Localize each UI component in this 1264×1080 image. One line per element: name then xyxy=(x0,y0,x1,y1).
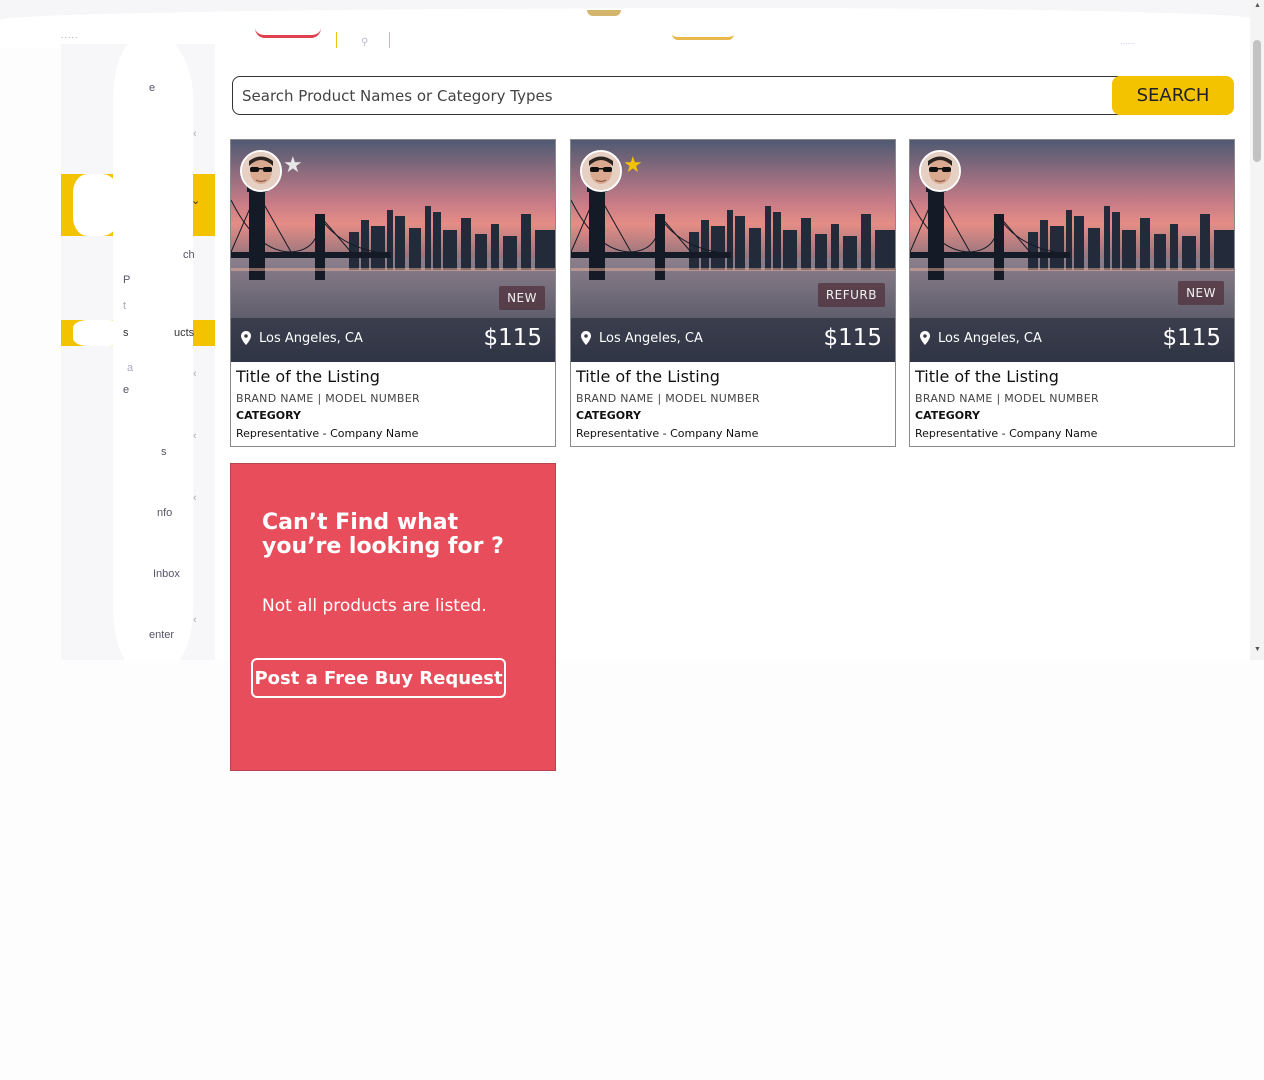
promo-heading: Can’t Find what you’re looking for ? xyxy=(262,510,504,559)
seller-avatar[interactable] xyxy=(580,150,622,192)
listing-brand-model: BRAND NAME | MODEL NUMBER xyxy=(236,392,420,405)
scroll-up-arrow-icon[interactable]: ▲ xyxy=(1254,2,1261,9)
star-icon[interactable]: ★ xyxy=(283,154,303,176)
listing-card[interactable]: ★ REFURB Los Angeles, CA $115 Title of t… xyxy=(570,139,896,447)
location-pin-icon xyxy=(581,331,591,345)
listing-price: $115 xyxy=(1162,325,1221,351)
buy-request-promo: Can’t Find what you’re looking for ? Not… xyxy=(230,463,556,771)
listing-representative: Representative - Company Name xyxy=(236,427,419,440)
user-name-fragment[interactable]: ...... xyxy=(1120,36,1135,46)
chevron-left-icon[interactable]: ‹ xyxy=(193,128,197,140)
scrollbar-thumb[interactable] xyxy=(1253,40,1261,162)
sidebar-item-info[interactable]: nfo xyxy=(157,507,172,519)
listing-category: CATEGORY xyxy=(576,409,641,422)
sidebar: ⌄ e ‹ ch P t s ucts a ‹ e ‹ s ‹ nfo Inbo… xyxy=(61,44,215,660)
sidebar-item-label: ch xyxy=(183,249,195,261)
sidebar-item-label: a xyxy=(127,362,134,374)
seller-avatar[interactable] xyxy=(919,150,961,192)
listing-card[interactable]: ★ NEW Los Angeles, CA $115 Title of the … xyxy=(230,139,556,447)
listing-title[interactable]: Title of the Listing xyxy=(915,367,1059,386)
listing-price: $115 xyxy=(483,325,542,351)
chevron-left-icon[interactable]: ‹ xyxy=(193,492,197,504)
listing-category: CATEGORY xyxy=(236,409,301,422)
listing-location: Los Angeles, CA xyxy=(259,331,363,346)
search-input[interactable] xyxy=(232,76,1132,115)
condition-badge: NEW xyxy=(499,286,545,310)
listing-title[interactable]: Title of the Listing xyxy=(236,367,380,386)
search-icon: ⚲ xyxy=(361,37,369,48)
seller-avatar[interactable] xyxy=(240,150,282,192)
scrollbar[interactable]: ▲ ▼ xyxy=(1250,0,1264,660)
post-buy-request-button[interactable]: Post a Free Buy Request xyxy=(251,658,506,698)
sidebar-item-products[interactable]: ucts xyxy=(174,327,194,339)
location-pin-icon xyxy=(920,331,930,345)
condition-badge: REFURB xyxy=(817,283,885,307)
scroll-down-arrow-icon[interactable]: ▼ xyxy=(1254,646,1261,653)
listing-brand-model: BRAND NAME | MODEL NUMBER xyxy=(915,392,1099,405)
location-pin-icon xyxy=(241,331,251,345)
listing-image[interactable]: ★ NEW Los Angeles, CA $115 xyxy=(231,140,555,362)
listing-overlay: Los Angeles, CA $115 xyxy=(231,318,555,362)
listing-location: Los Angeles, CA xyxy=(599,331,703,346)
sidebar-item-label: e xyxy=(149,82,156,94)
listing-card[interactable]: NEW Los Angeles, CA $115 Title of the Li… xyxy=(909,139,1235,447)
header-dots: ..... xyxy=(61,30,79,40)
sidebar-item-inbox[interactable]: Inbox xyxy=(153,568,180,580)
chevron-left-icon[interactable]: ‹ xyxy=(193,614,197,626)
listing-image[interactable]: NEW Los Angeles, CA $115 xyxy=(910,140,1234,362)
page: ..... ⚲ ...... ⌄ e ‹ ch P t s ucts a ‹ e… xyxy=(0,0,1264,1080)
sidebar-item-label: P xyxy=(123,274,131,286)
sidebar-item-label: t xyxy=(123,300,127,312)
listing-representative: Representative - Company Name xyxy=(915,427,1098,440)
listing-overlay: Los Angeles, CA $115 xyxy=(571,318,895,362)
logo-fragment xyxy=(255,28,321,38)
star-icon[interactable]: ★ xyxy=(623,154,643,176)
listing-category: CATEGORY xyxy=(915,409,980,422)
listing-representative: Representative - Company Name xyxy=(576,427,759,440)
listing-brand-model: BRAND NAME | MODEL NUMBER xyxy=(576,392,760,405)
chevron-left-icon[interactable]: ‹ xyxy=(193,430,197,442)
sidebar-item-center[interactable]: enter xyxy=(149,629,174,641)
search-button[interactable]: SEARCH xyxy=(1112,76,1234,115)
sidebar-item-label: e xyxy=(123,384,130,396)
listing-overlay: Los Angeles, CA $115 xyxy=(910,318,1234,362)
promo-subtext: Not all products are listed. xyxy=(262,596,487,616)
search-bar: SEARCH xyxy=(232,76,1234,115)
condition-badge: NEW xyxy=(1178,281,1224,305)
listing-location: Los Angeles, CA xyxy=(938,331,1042,346)
listing-price: $115 xyxy=(823,325,882,351)
chevron-left-icon[interactable]: ‹ xyxy=(193,368,197,380)
listing-title[interactable]: Title of the Listing xyxy=(576,367,720,386)
top-header: ..... ⚲ ...... xyxy=(0,0,1264,58)
sidebar-item-label: s xyxy=(123,327,129,339)
sidebar-item-label: s xyxy=(161,446,167,458)
listing-image[interactable]: ★ REFURB Los Angeles, CA $115 xyxy=(571,140,895,362)
